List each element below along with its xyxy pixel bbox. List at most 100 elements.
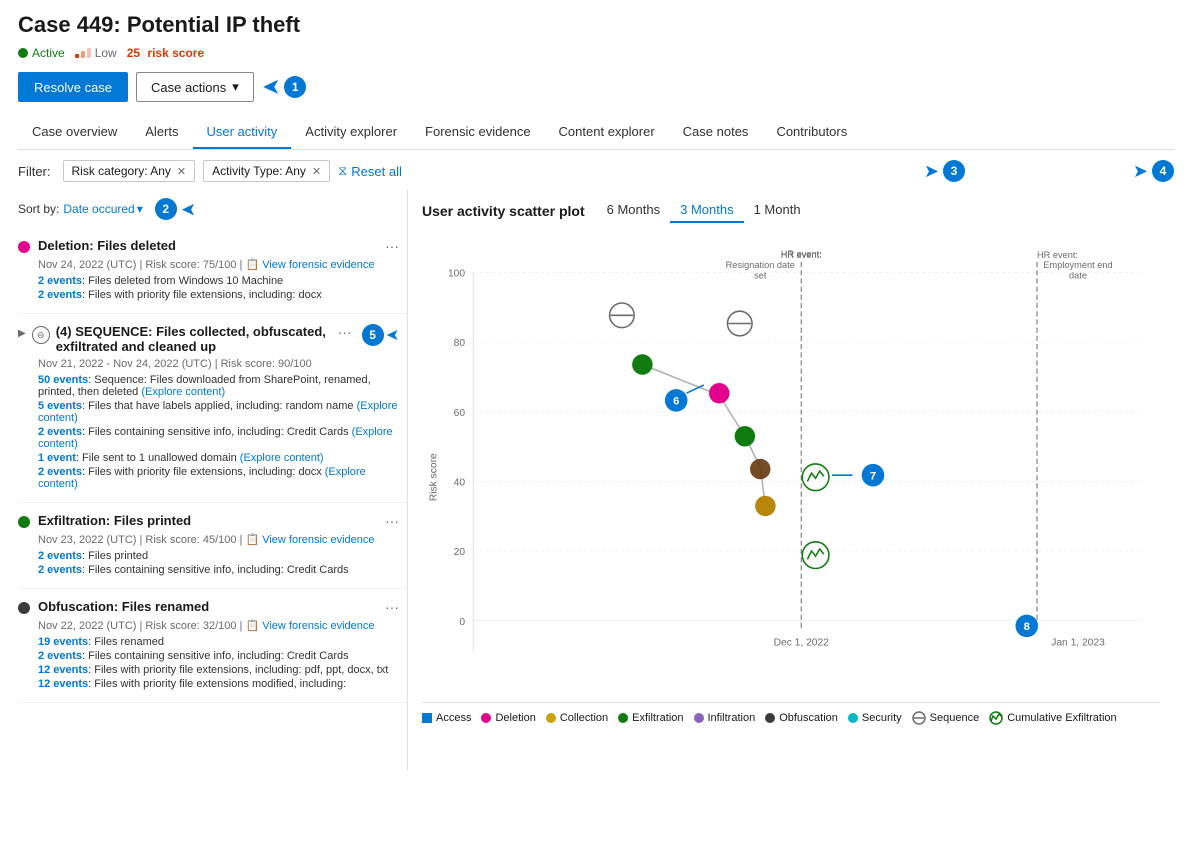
- resolve-case-button[interactable]: Resolve case: [18, 72, 128, 102]
- legend-sequence-label: Sequence: [930, 712, 980, 724]
- legend-security: Security: [848, 712, 902, 724]
- obfusc-event-2: 2 events: Files containing sensitive inf…: [38, 650, 399, 662]
- legend-collection-label: Collection: [560, 712, 608, 724]
- case-actions-button[interactable]: Case actions ▾: [136, 72, 254, 102]
- obfusc-event-4: 12 events: Files with priority file exte…: [38, 678, 399, 690]
- obfusc-event-1: 19 events: Files renamed: [38, 636, 399, 648]
- reset-all-button[interactable]: ⧖ Reset all: [338, 163, 402, 179]
- svg-text:20: 20: [454, 547, 466, 558]
- legend-access: Access: [422, 712, 471, 724]
- tab-contributors[interactable]: Contributors: [762, 116, 861, 149]
- deletion-events: 2 events: Files deleted from Windows 10 …: [38, 275, 399, 301]
- annotation-badge-2: 2: [155, 198, 177, 220]
- obfuscation-header: Obfuscation: Files renamed ···: [18, 599, 399, 615]
- legend-access-icon: [422, 713, 432, 723]
- sort-chevron: ▾: [137, 202, 143, 216]
- tab-case-notes[interactable]: Case notes: [669, 116, 763, 149]
- sequence-events: 50 events: Sequence: Files downloaded fr…: [38, 374, 399, 490]
- deletion-more[interactable]: ···: [385, 238, 399, 254]
- legend-obfuscation-icon: [765, 713, 775, 723]
- seq-explore-5[interactable]: (Explore content): [38, 466, 366, 490]
- seq-explore-1[interactable]: (Explore content): [141, 386, 225, 398]
- sort-label: Sort by:: [18, 202, 59, 216]
- legend-infiltration-icon: [694, 713, 704, 723]
- activity-item-obfuscation: Obfuscation: Files renamed ··· Nov 22, 2…: [18, 589, 407, 703]
- svg-text:40: 40: [454, 477, 466, 488]
- chart-legend: Access Deletion Collection Exfiltration: [422, 702, 1160, 733]
- svg-text:Dec 1, 2022: Dec 1, 2022: [774, 637, 830, 648]
- obfuscation-meta: Nov 22, 2022 (UTC) | Risk score: 32/100 …: [38, 619, 399, 632]
- time-tab-6months[interactable]: 6 Months: [597, 198, 670, 223]
- svg-text:60: 60: [454, 408, 466, 419]
- sequence-expand[interactable]: ▶: [18, 328, 26, 339]
- seq-event-5: 2 events: Files with priority file exten…: [38, 466, 399, 490]
- filter-chip-activity[interactable]: Activity Type: Any ✕: [203, 160, 330, 182]
- tab-case-overview[interactable]: Case overview: [18, 116, 131, 149]
- activity-item-exfiltration: Exfiltration: Files printed ··· Nov 23, …: [18, 503, 407, 589]
- deletion-forensic-link[interactable]: 📋 View forensic evidence: [245, 259, 374, 271]
- arrow3-icon: ➤: [924, 161, 939, 182]
- filter-chip-activity-label: Activity Type: Any: [212, 164, 306, 178]
- seq-explore-4[interactable]: (Explore content): [240, 452, 324, 464]
- scatter-svg: Risk score 100 80 60: [422, 237, 1160, 697]
- svg-text:100: 100: [448, 268, 465, 279]
- obfuscation-more[interactable]: ···: [385, 599, 399, 615]
- legend-exfiltration-icon: [618, 713, 628, 723]
- legend-deletion: Deletion: [481, 712, 535, 724]
- deletion-dot: [18, 241, 30, 253]
- svg-text:0: 0: [459, 617, 465, 628]
- sort-value[interactable]: Date occured ▾: [63, 202, 142, 216]
- svg-text:7: 7: [870, 470, 876, 482]
- cumulative-exfil-icon: [802, 464, 829, 491]
- filter-chip-activity-clear[interactable]: ✕: [312, 165, 321, 178]
- annotation-2-container: 2 ➤: [155, 198, 196, 220]
- seq-event-2: 5 events: Files that have labels applied…: [38, 400, 399, 424]
- time-tabs: 6 Months 3 Months 1 Month: [597, 198, 811, 223]
- activity-item-sequence: ▶ ⊖ (4) SEQUENCE: Files collected, obfus…: [18, 314, 407, 503]
- seq-event-4: 1 event: File sent to 1 unallowed domain…: [38, 452, 399, 464]
- exfil-event-2: 2 events: Files containing sensitive inf…: [38, 564, 399, 576]
- annotation-badge-4: 4: [1152, 160, 1174, 182]
- exfiltration-forensic-link[interactable]: 📋 View forensic evidence: [245, 534, 374, 546]
- exfiltration-meta: Nov 23, 2022 (UTC) | Risk score: 45/100 …: [38, 533, 399, 546]
- svg-text:Jan 1, 2023: Jan 1, 2023: [1051, 637, 1105, 648]
- filter-chip-risk-clear[interactable]: ✕: [177, 165, 186, 178]
- time-tab-3months[interactable]: 3 Months: [670, 198, 743, 223]
- legend-exfiltration-label: Exfiltration: [632, 712, 683, 724]
- exfiltration-title: Exfiltration: Files printed: [38, 513, 377, 528]
- arrow4-icon: ➤: [1133, 161, 1148, 182]
- obfuscation-dot: [18, 602, 30, 614]
- obfuscation-title: Obfuscation: Files renamed: [38, 599, 377, 614]
- obfuscation-events: 19 events: Files renamed 2 events: Files…: [38, 636, 399, 690]
- legend-cumulative-exfiltration-label: Cumulative Exfiltration: [1007, 712, 1116, 724]
- sequence-more[interactable]: ···: [338, 324, 352, 340]
- legend-exfiltration: Exfiltration: [618, 712, 683, 724]
- legend-collection: Collection: [546, 712, 608, 724]
- svg-text:Risk score: Risk score: [428, 453, 439, 501]
- tab-user-activity[interactable]: User activity: [193, 116, 292, 149]
- obfuscation-forensic-link[interactable]: 📋 View forensic evidence: [245, 620, 374, 632]
- annotation-1-container: ➤ 1: [262, 72, 306, 102]
- exfiltration-more[interactable]: ···: [385, 513, 399, 529]
- deletion-event-2: 2 events: Files with priority file exten…: [38, 289, 399, 301]
- time-tab-1month[interactable]: 1 Month: [744, 198, 811, 223]
- scatter-container: Risk score 100 80 60: [422, 237, 1160, 727]
- exfiltration-dot: [18, 516, 30, 528]
- legend-collection-icon: [546, 713, 556, 723]
- obfusc-event-3: 12 events: Files with priority file exte…: [38, 664, 399, 676]
- tab-activity-explorer[interactable]: Activity explorer: [291, 116, 411, 149]
- tab-content-explorer[interactable]: Content explorer: [545, 116, 669, 149]
- tab-forensic-evidence[interactable]: Forensic evidence: [411, 116, 545, 149]
- exfiltration-events: 2 events: Files printed 2 events: Files …: [38, 550, 399, 576]
- legend-deletion-label: Deletion: [495, 712, 535, 724]
- filter-chip-risk[interactable]: Risk category: Any ✕: [63, 160, 196, 182]
- tab-alerts[interactable]: Alerts: [131, 116, 192, 149]
- svg-text:6: 6: [673, 395, 679, 407]
- seq-explore-2[interactable]: (Explore content): [38, 400, 398, 424]
- legend-security-label: Security: [862, 712, 902, 724]
- activity-item-deletion: Deletion: Files deleted ··· Nov 24, 2022…: [18, 228, 407, 314]
- exfil-event-1: 2 events: Files printed: [38, 550, 399, 562]
- page-title: Case 449: Potential IP theft: [18, 12, 1174, 38]
- activity-list-panel: Sort by: Date occured ▾ 2 ➤ Deletion: Fi…: [18, 190, 408, 770]
- seq-explore-3[interactable]: (Explore content): [38, 426, 393, 450]
